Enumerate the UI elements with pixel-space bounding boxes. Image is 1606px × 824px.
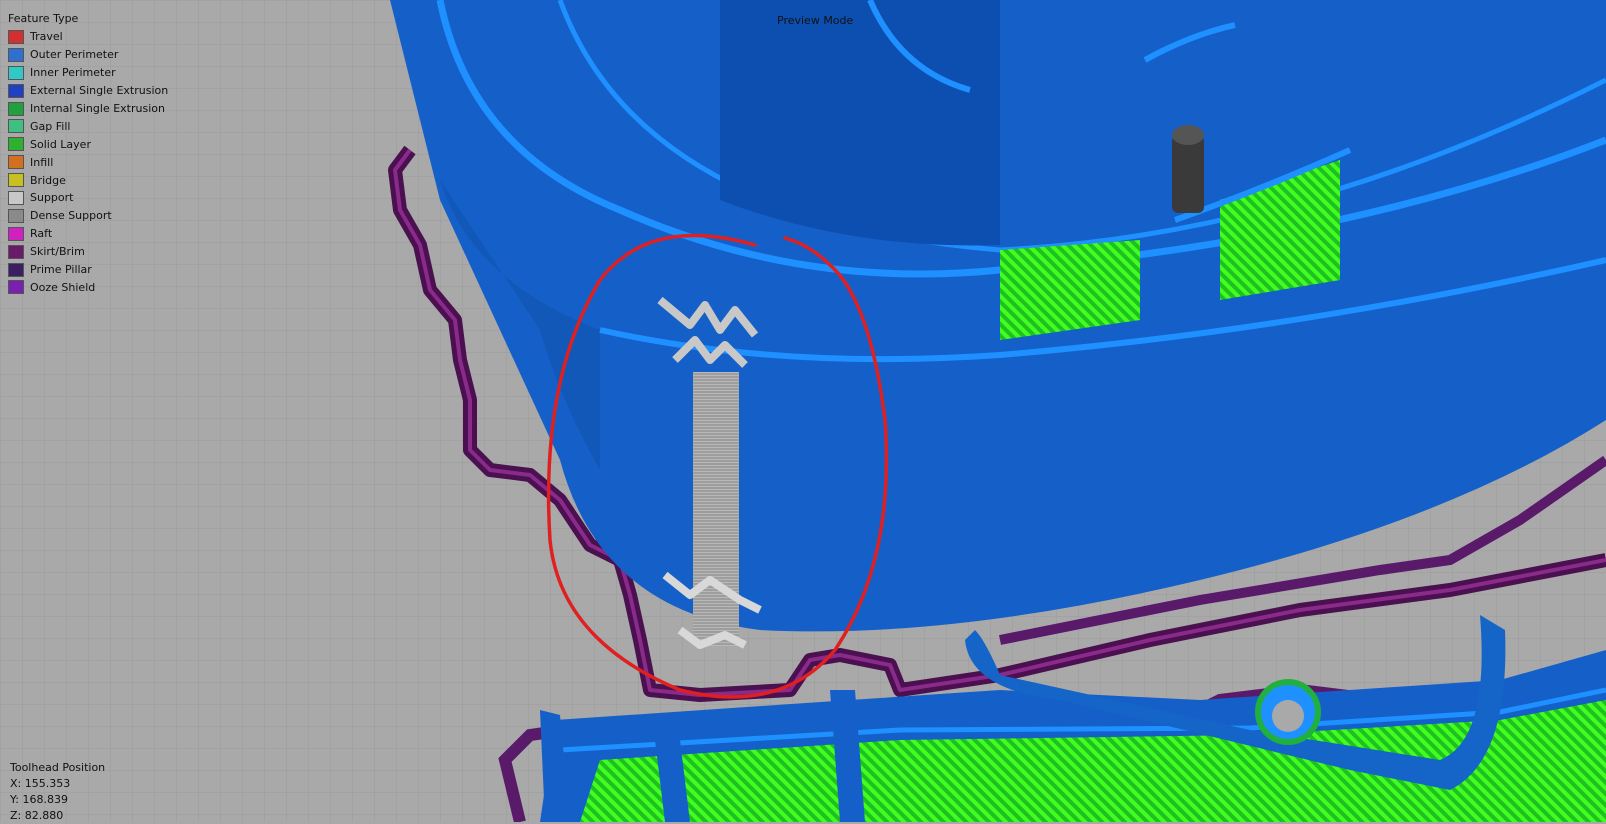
- feature-type-legend: Feature Type Travel Outer Perimeter Inne…: [8, 12, 168, 296]
- legend-item: Internal Single Extrusion: [8, 100, 168, 118]
- support-column: [693, 372, 739, 646]
- legend-swatch: [8, 29, 24, 44]
- toolhead-title: Toolhead Position: [10, 761, 106, 774]
- legend-swatch: [8, 173, 24, 188]
- legend-item: Travel: [8, 28, 168, 46]
- legend-item: Dense Support: [8, 207, 168, 225]
- legend-swatch: [8, 226, 24, 241]
- pillar-top: [1172, 125, 1204, 145]
- legend-label: Raft: [30, 227, 53, 241]
- legend-swatch: [8, 137, 24, 152]
- bottom-ring-hole: [1272, 700, 1304, 732]
- legend-label: Dense Support: [30, 209, 112, 223]
- toolhead-x: X: 155.353: [10, 777, 71, 790]
- toolhead-position-panel: Toolhead Position X: 155.353 Y: 168.839 …: [10, 760, 105, 824]
- legend-swatch: [8, 101, 24, 116]
- legend-item: Inner Perimeter: [8, 64, 168, 82]
- legend-label: External Single Extrusion: [30, 84, 169, 98]
- legend-swatch: [8, 280, 24, 295]
- legend-label: Ooze Shield: [30, 280, 96, 294]
- legend-swatch: [8, 65, 24, 80]
- legend-item: External Single Extrusion: [8, 82, 168, 100]
- legend-label: Outer Perimeter: [30, 48, 119, 62]
- pillar: [1172, 135, 1204, 213]
- toolhead-y: Y: 168.839: [10, 793, 68, 806]
- legend-label: Infill: [30, 155, 54, 169]
- legend-label: Bridge: [30, 173, 66, 187]
- legend-label: Internal Single Extrusion: [30, 102, 165, 115]
- legend-label: Inner Perimeter: [30, 66, 116, 80]
- legend-swatch: [8, 83, 24, 98]
- legend-item: Outer Perimeter: [8, 46, 168, 64]
- legend-item: Bridge: [8, 171, 168, 189]
- inner-wall-1: [720, 0, 1000, 246]
- legend-swatch: [8, 262, 24, 277]
- legend-label: Solid Layer: [30, 137, 91, 151]
- legend-item: Infill: [8, 153, 168, 171]
- legend-item: Solid Layer: [8, 135, 168, 153]
- legend-item: Ooze Shield: [8, 278, 168, 296]
- legend-item: Raft: [8, 225, 168, 243]
- preview-mode-label: Preview Mode: [777, 14, 854, 27]
- legend-item: Skirt/Brim: [8, 243, 168, 261]
- legend-label: Skirt/Brim: [30, 245, 85, 259]
- legend-swatch: [8, 244, 24, 259]
- legend-label: Prime Pillar: [30, 263, 92, 277]
- legend-swatch: [8, 208, 24, 223]
- legend-swatch: [8, 155, 24, 170]
- legend-swatch: [8, 190, 24, 205]
- legend-label: Support: [30, 191, 74, 205]
- legend-label: Travel: [30, 30, 63, 44]
- legend-item: Prime Pillar: [8, 261, 168, 279]
- legend-item: Gap Fill: [8, 117, 168, 135]
- legend-swatch: [8, 47, 24, 62]
- legend-item: Support: [8, 189, 168, 207]
- legend-title: Feature Type: [8, 12, 79, 25]
- legend-label: Gap Fill: [30, 119, 71, 133]
- print-preview-viewport[interactable]: [0, 0, 1606, 822]
- legend-swatch: [8, 119, 24, 134]
